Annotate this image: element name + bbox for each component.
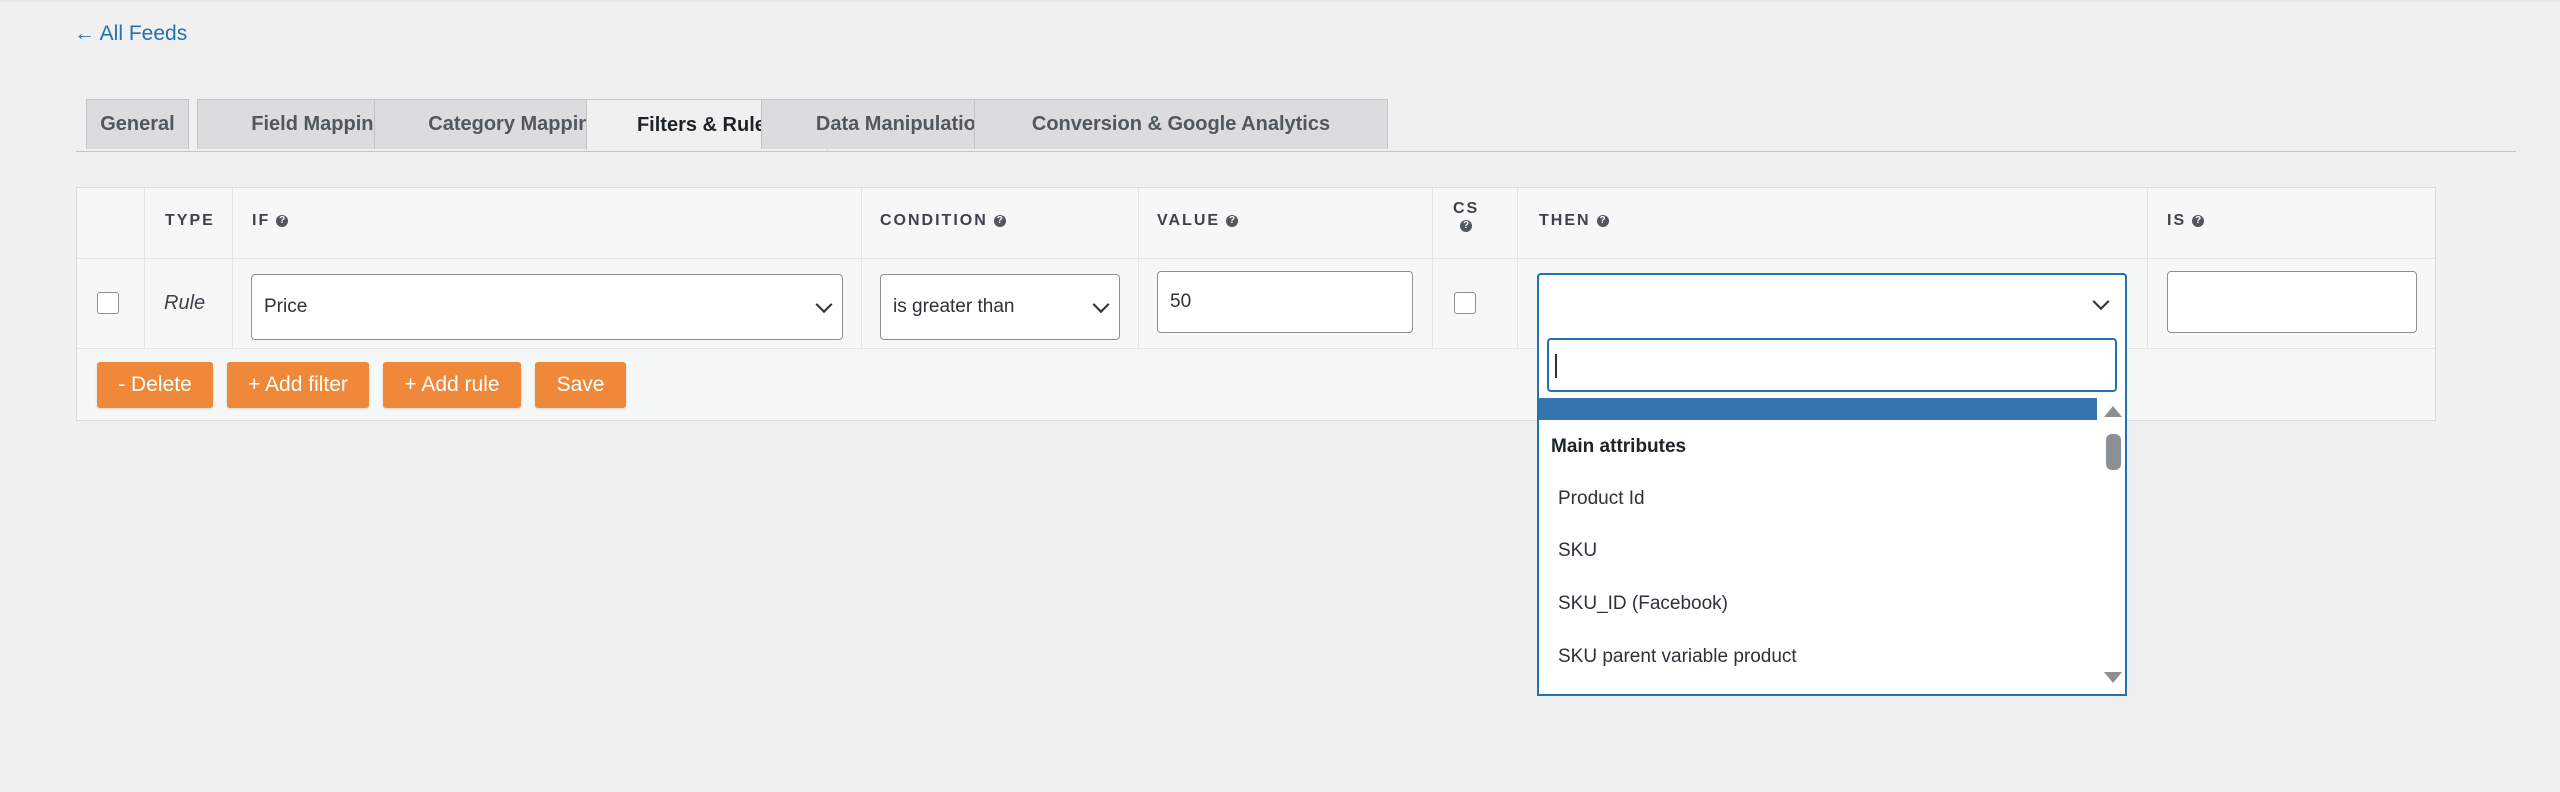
help-icon[interactable]: ? — [1596, 215, 1609, 227]
dropdown-highlighted-option[interactable] — [1539, 398, 2097, 420]
dropdown-option[interactable]: SKU — [1558, 540, 1597, 562]
is-value-input[interactable] — [2167, 271, 2417, 333]
chevron-down-icon — [2092, 293, 2110, 311]
dropdown-search-input[interactable] — [1547, 338, 2117, 392]
then-attribute-select[interactable] — [1537, 273, 2127, 333]
dropdown-option[interactable]: SKU parent variable product — [1558, 646, 1797, 668]
header-value: VALUE? — [1157, 212, 1239, 230]
table-header — [77, 188, 2435, 259]
all-feeds-link[interactable]: ← All Feeds — [74, 22, 187, 46]
column-divider — [144, 188, 145, 348]
value-input[interactable]: 50 — [1157, 271, 1413, 333]
row-select-checkbox[interactable] — [97, 292, 119, 314]
help-icon[interactable]: ? — [2192, 215, 2205, 227]
delete-button[interactable]: - Delete — [97, 362, 213, 408]
help-icon[interactable]: ? — [1226, 215, 1239, 227]
attribute-dropdown: Main attributes Product Id SKU SKU_ID (F… — [1537, 332, 2127, 696]
help-icon[interactable]: ? — [276, 215, 289, 227]
scrollbar-thumb[interactable] — [2106, 434, 2121, 470]
help-icon[interactable]: ? — [1460, 220, 1473, 232]
save-button[interactable]: Save — [535, 362, 626, 408]
header-is: IS? — [2167, 212, 2205, 230]
column-divider — [2147, 188, 2148, 348]
header-type: TYPE — [165, 212, 215, 229]
top-border — [0, 0, 2560, 2]
header-cs: CS? — [1453, 200, 1480, 232]
column-divider — [232, 188, 233, 348]
header-condition: CONDITION? — [880, 212, 1006, 230]
dropdown-option[interactable]: SKU_ID (Facebook) — [1558, 593, 1728, 615]
text-cursor — [1555, 354, 1557, 378]
column-divider — [1432, 188, 1433, 348]
if-attribute-select[interactable]: Price — [251, 274, 843, 340]
scroll-up-icon[interactable] — [2104, 406, 2122, 417]
rule-type-label: Rule — [164, 292, 206, 314]
add-filter-button[interactable]: + Add filter — [227, 362, 369, 408]
dropdown-option[interactable]: Product Id — [1558, 488, 1645, 510]
tab-general[interactable]: General — [86, 99, 189, 149]
case-sensitive-checkbox[interactable] — [1454, 292, 1476, 314]
column-divider — [1138, 188, 1139, 348]
scroll-down-icon[interactable] — [2104, 672, 2122, 683]
column-divider — [1517, 188, 1518, 348]
column-divider — [861, 188, 862, 348]
help-icon[interactable]: ? — [993, 215, 1006, 227]
dropdown-group-label: Main attributes — [1551, 436, 1687, 457]
tab-conversion-analytics[interactable]: Conversion & Google Analytics — [974, 99, 1388, 149]
add-rule-button[interactable]: + Add rule — [383, 362, 521, 408]
chevron-down-icon — [815, 296, 833, 314]
condition-select[interactable]: is greater than — [880, 274, 1120, 340]
chevron-down-icon — [1092, 296, 1110, 314]
header-then: THEN? — [1539, 212, 1609, 230]
tab-bar: General Field Mapping Category Mapping F… — [76, 99, 2516, 152]
header-if: IF? — [252, 212, 289, 230]
